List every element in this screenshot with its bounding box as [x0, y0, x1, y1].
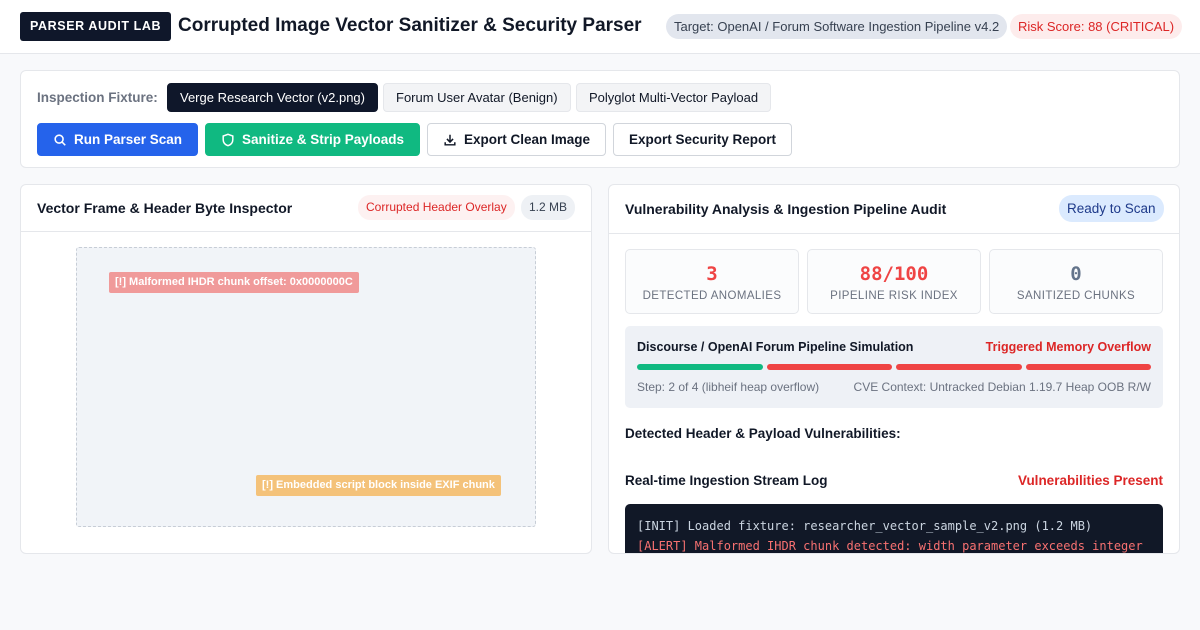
fixture-tab-forum-avatar[interactable]: Forum User Avatar (Benign) [383, 83, 571, 112]
run-scan-label: Run Parser Scan [74, 132, 183, 147]
export-clean-image-label: Export Clean Image [464, 132, 591, 147]
log-line: [ALERT] Malformed IHDR chunk detected: w… [637, 539, 1143, 553]
ingestion-stream-log[interactable]: [INIT] Loaded fixture: researcher_vector… [625, 504, 1163, 553]
exif-annotation[interactable]: [!] Embedded script block inside EXIF ch… [256, 475, 501, 496]
fixture-tab-polyglot-payload[interactable]: Polyglot Multi-Vector Payload [576, 83, 772, 112]
pipeline-step-text: Step: 2 of 4 (libheif heap overflow) [637, 380, 820, 394]
export-clean-image-button[interactable]: Export Clean Image [427, 123, 607, 156]
ihdr-annotation[interactable]: [!] Malformed IHDR chunk offset: 0x00000… [109, 272, 359, 293]
pipeline-step-segment [637, 364, 763, 370]
audit-title: Vulnerability Analysis & Ingestion Pipel… [625, 201, 947, 217]
top-bar: PARSER AUDIT LAB Corrupted Image Vector … [0, 0, 1200, 54]
vulnerabilities-present-flag: Vulnerabilities Present [1017, 473, 1163, 488]
fixture-label: Inspection Fixture: [37, 90, 158, 105]
shield-icon [222, 133, 234, 146]
byte-inspector-panel: Vector Frame & Header Byte Inspector Cor… [20, 184, 592, 554]
pipeline-step-segment [896, 364, 1022, 370]
fixture-tab-verge-vector[interactable]: Verge Research Vector (v2.png) [167, 83, 378, 112]
pipeline-step-segment [767, 364, 892, 370]
image-preview-canvas[interactable]: [!] Malformed IHDR chunk offset: 0x00000… [76, 247, 536, 527]
metric-value: 3 [706, 263, 718, 285]
export-report-button[interactable]: Export Security Report [613, 123, 793, 156]
byte-inspector-header: Vector Frame & Header Byte Inspector Cor… [21, 185, 591, 232]
audit-header: Vulnerability Analysis & Ingestion Pipel… [609, 185, 1179, 234]
corrupted-header-tag: Corrupted Header Overlay [358, 195, 515, 220]
metric-label: PIPELINE RISK INDEX [830, 290, 958, 302]
fixture-toolbar: Inspection Fixture: Verge Research Vecto… [20, 70, 1180, 168]
pipeline-title: Discourse / OpenAI Forum Pipeline Simula… [637, 340, 914, 354]
metric-value: 88/100 [859, 263, 929, 285]
file-size-tag: 1.2 MB [521, 195, 576, 220]
sanitize-label: Sanitize & Strip Payloads [242, 132, 405, 147]
metric-card-anomalies: 3 DETECTED ANOMALIES [625, 249, 799, 314]
metric-card-sanitized: 0 SANITIZED CHUNKS [989, 249, 1163, 314]
sanitize-button[interactable]: Sanitize & Strip Payloads [205, 123, 421, 156]
target-badge: Target: OpenAI / Forum Software Ingestio… [666, 14, 1008, 39]
stream-log-heading: Real-time Ingestion Stream Log [625, 473, 828, 488]
pipeline-simulation: Discourse / OpenAI Forum Pipeline Simula… [625, 326, 1163, 408]
audit-panel: Vulnerability Analysis & Ingestion Pipel… [608, 184, 1180, 554]
pipeline-cve-text: CVE Context: Untracked Debian 1.19.7 Hea… [853, 380, 1151, 394]
scan-status-badge: Ready to Scan [1059, 195, 1164, 222]
metric-card-risk-index: 88/100 PIPELINE RISK INDEX [807, 249, 981, 314]
download-icon [444, 134, 456, 146]
metric-value: 0 [1070, 263, 1082, 285]
metric-label: DETECTED ANOMALIES [642, 290, 782, 302]
log-line: [INIT] Loaded fixture: researcher_vector… [637, 519, 1093, 533]
vulnerabilities-heading: Detected Header & Payload Vulnerabilitie… [625, 426, 901, 441]
byte-inspector-title: Vector Frame & Header Byte Inspector [37, 200, 293, 216]
pipeline-step-segment [1026, 364, 1151, 370]
page-title: Corrupted Image Vector Sanitizer & Secur… [178, 15, 642, 36]
search-icon [54, 133, 66, 146]
run-scan-button[interactable]: Run Parser Scan [37, 123, 199, 156]
export-report-label: Export Security Report [629, 132, 777, 147]
metric-label: SANITIZED CHUNKS [1016, 290, 1136, 302]
risk-score-badge: Risk Score: 88 (CRITICAL) [1010, 14, 1183, 39]
brand-logo: PARSER AUDIT LAB [20, 12, 172, 41]
pipeline-state: Triggered Memory Overflow [985, 340, 1151, 354]
